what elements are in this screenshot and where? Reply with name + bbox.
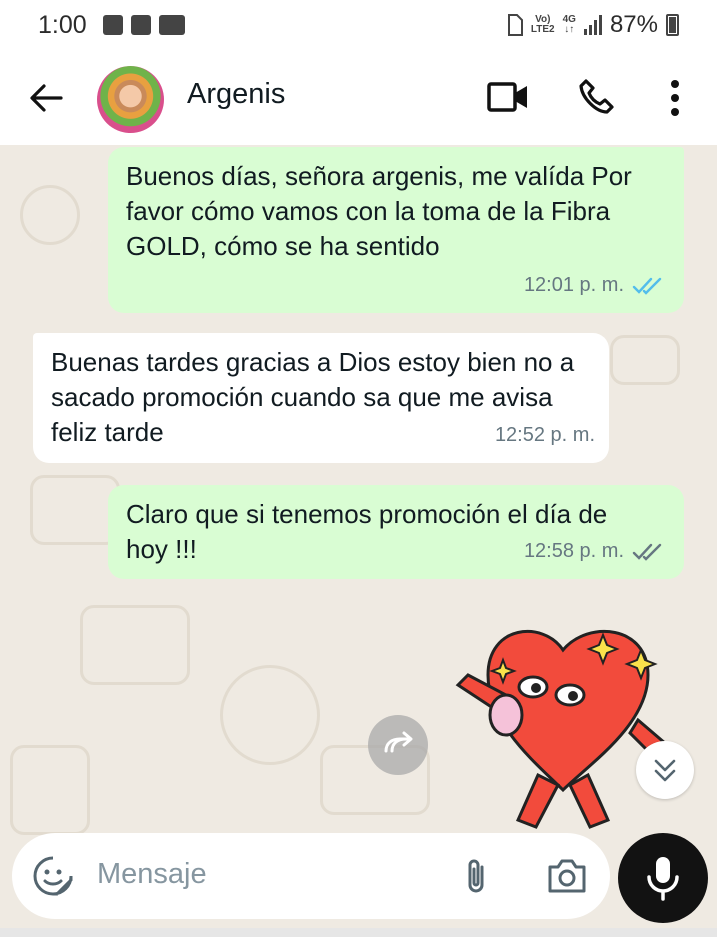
- phone-icon[interactable]: [578, 78, 616, 116]
- battery-percent: 87%: [609, 11, 658, 38]
- wallpaper-doodle: [30, 475, 120, 545]
- forward-button[interactable]: [368, 715, 428, 775]
- back-arrow-icon[interactable]: [28, 80, 64, 116]
- more-options-icon[interactable]: [668, 78, 682, 118]
- message-input[interactable]: Mensaje: [97, 858, 207, 891]
- message-bubble-incoming[interactable]: Buenas tardes gracias a Dios estoy bien …: [33, 333, 609, 463]
- double-chevron-down-icon: [654, 759, 676, 782]
- mic-button[interactable]: [618, 833, 708, 923]
- signal-icon: [583, 15, 602, 35]
- status-time: 1:00: [38, 10, 87, 39]
- message-meta: 12:52 p. m.: [495, 418, 595, 453]
- wallpaper-doodle: [220, 665, 320, 765]
- volte-indicator: Vo) LTE2: [530, 14, 555, 35]
- gallery-notification-icon: [102, 15, 123, 35]
- message-time: 12:52 p. m.: [494, 424, 595, 446]
- message-text: Buenos días, señora argenis, me valída P…: [126, 161, 632, 261]
- notification-icons: [102, 15, 185, 35]
- contact-name[interactable]: Argenis: [187, 78, 285, 111]
- message-bubble-outgoing[interactable]: Claro que si tenemos promoción el día de…: [108, 485, 684, 579]
- wallpaper-doodle: [20, 185, 80, 245]
- nav-bar-strip: [0, 928, 717, 937]
- checkbox-notification-icon: [130, 15, 151, 35]
- chat-header: Argenis: [0, 50, 717, 145]
- chat-area[interactable]: Buenos días, señora argenis, me valída P…: [0, 145, 717, 937]
- message-time: 12:58 p. m.: [523, 540, 624, 562]
- wallpaper-doodle: [610, 335, 680, 385]
- wallpaper-doodle: [80, 605, 190, 685]
- wallpaper-doodle: [10, 745, 90, 835]
- message-bubble-outgoing[interactable]: Buenos días, señora argenis, me valída P…: [108, 147, 684, 313]
- message-time: 12:01 p. m.: [523, 274, 624, 296]
- scroll-to-bottom-button[interactable]: [636, 741, 694, 799]
- data-indicator: 4G ↓↑: [562, 14, 576, 35]
- delivered-ticks-icon: [632, 543, 662, 561]
- message-meta: 12:01 p. m.: [524, 268, 664, 303]
- avatar[interactable]: [97, 66, 164, 133]
- read-ticks-icon: [632, 277, 662, 295]
- voicemail-notification-icon: [158, 15, 185, 35]
- mic-icon: [647, 857, 679, 901]
- forward-icon: [384, 731, 413, 753]
- battery-icon: [666, 14, 679, 36]
- heart-sticker[interactable]: [448, 615, 678, 845]
- sim-icon: [507, 14, 523, 36]
- video-call-icon[interactable]: [487, 80, 529, 114]
- message-meta: 12:58 p. m.: [524, 534, 664, 569]
- status-bar: 1:00 Vo) LTE2 4G ↓↑ 87%: [0, 0, 717, 50]
- sticker-icon[interactable]: [32, 855, 74, 897]
- camera-icon[interactable]: [546, 857, 588, 895]
- attach-icon[interactable]: [462, 857, 492, 897]
